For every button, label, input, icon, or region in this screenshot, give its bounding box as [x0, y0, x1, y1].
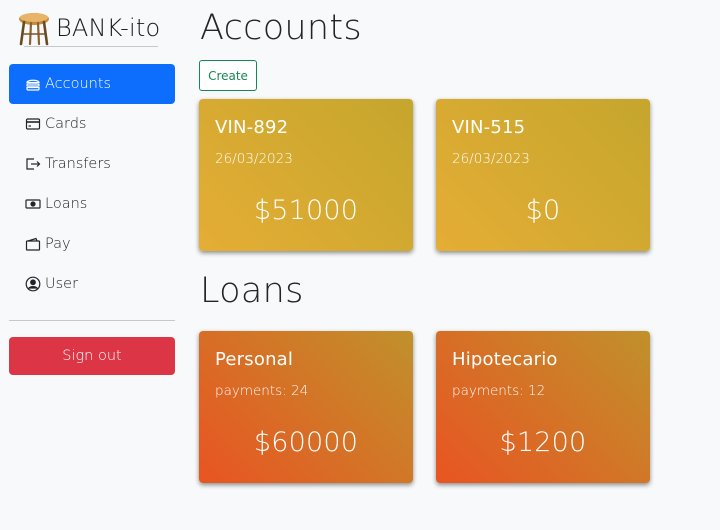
account-balance: $0: [525, 195, 561, 226]
sidebar-item-label: Cards: [45, 116, 87, 132]
credit-card-icon: [25, 116, 41, 132]
loan-payments: payments: 12: [452, 383, 546, 399]
create-account-button[interactable]: Create: [199, 60, 257, 91]
cash-icon: [25, 196, 41, 212]
sign-out-button[interactable]: Sign out: [9, 337, 175, 375]
account-date: 26/03/2023: [215, 151, 293, 167]
bank-icon: [25, 76, 41, 92]
account-number: VIN-892: [215, 117, 289, 138]
sidebar-item-label: User: [45, 276, 79, 292]
account-number: VIN-515: [452, 117, 526, 138]
wallet-icon: [25, 236, 41, 252]
sidebar-item-loans[interactable]: Loans: [9, 184, 175, 224]
loan-card[interactable]: Hipotecario payments: 12 $1200: [436, 331, 650, 483]
loan-amount: $60000: [253, 427, 359, 458]
brand-name: BANK-ito: [56, 14, 161, 42]
stool-icon: [19, 13, 49, 46]
sidebar-item-label: Loans: [45, 196, 88, 212]
loans-title: Loans: [200, 271, 304, 311]
sidebar-item-pay[interactable]: Pay: [9, 224, 175, 264]
loan-payments: payments: 24: [215, 383, 309, 399]
accounts-title: Accounts: [200, 8, 362, 48]
brand[interactable]: BANK-ito: [16, 8, 166, 48]
sidebar-nav: Accounts Cards Transfers Loans Pay User: [9, 64, 175, 304]
loan-card[interactable]: Personal payments: 24 $60000: [199, 331, 413, 483]
sidebar-divider: [9, 320, 175, 321]
sidebar-item-transfers[interactable]: Transfers: [9, 144, 175, 184]
sidebar-item-user[interactable]: User: [9, 264, 175, 304]
brand-divider: [24, 46, 158, 47]
user-circle-icon: [25, 276, 41, 292]
loan-name: Hipotecario: [452, 349, 558, 370]
sidebar-item-accounts[interactable]: Accounts: [9, 64, 175, 104]
sidebar-item-label: Accounts: [45, 76, 112, 92]
sidebar: BANK-ito Accounts Cards Transfers Loans …: [0, 0, 186, 530]
sidebar-item-label: Transfers: [45, 156, 111, 172]
account-balance: $51000: [253, 195, 359, 226]
loan-amount: $1200: [499, 427, 587, 458]
sidebar-item-cards[interactable]: Cards: [9, 104, 175, 144]
account-date: 26/03/2023: [452, 151, 530, 167]
loan-name: Personal: [215, 349, 294, 370]
account-card[interactable]: VIN-892 26/03/2023 $51000: [199, 99, 413, 251]
account-card[interactable]: VIN-515 26/03/2023 $0: [436, 99, 650, 251]
sidebar-item-label: Pay: [45, 236, 71, 252]
transfer-icon: [25, 156, 41, 172]
